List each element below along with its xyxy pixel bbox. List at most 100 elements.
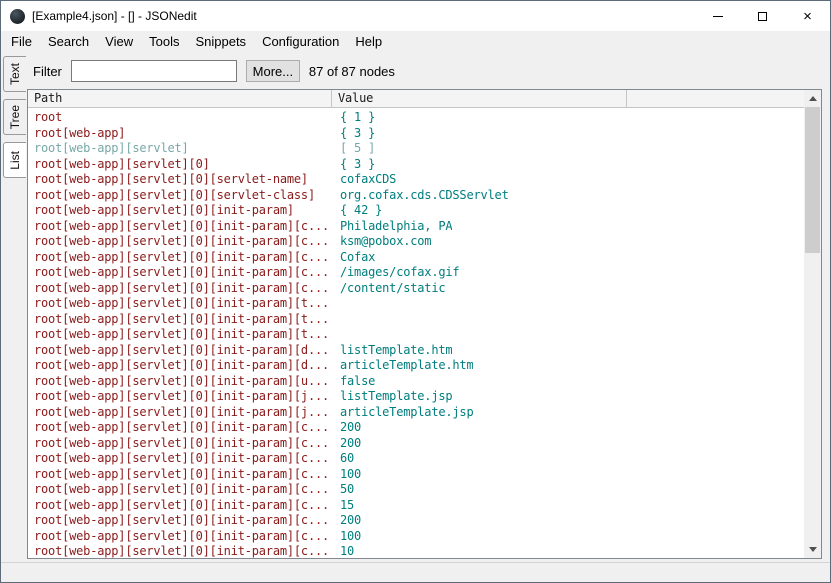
row-path: root[web-app][servlet][0][init-param][c.…: [28, 544, 333, 559]
row-path: root[web-app][servlet][0]: [28, 157, 333, 173]
tab-tree[interactable]: Tree: [3, 99, 26, 135]
row-path: root[web-app][servlet][0][init-param][c.…: [28, 420, 333, 436]
filter-input[interactable]: [71, 60, 237, 82]
table-row[interactable]: root[web-app]{ 3 }: [28, 126, 821, 142]
row-value: 200: [333, 420, 361, 436]
table-row[interactable]: root[web-app][servlet][0][init-param][c.…: [28, 420, 821, 436]
tab-text[interactable]: Text: [3, 56, 26, 92]
table-row[interactable]: root[web-app][servlet][0][init-param][c.…: [28, 544, 821, 559]
row-value: { 3 }: [333, 157, 375, 173]
row-path: root[web-app][servlet][0][init-param][j.…: [28, 405, 333, 421]
menu-file[interactable]: File: [3, 31, 40, 53]
column-header-path[interactable]: Path: [28, 90, 332, 107]
row-value: [333, 296, 340, 312]
row-value: 200: [333, 513, 361, 529]
menu-view[interactable]: View: [97, 31, 141, 53]
row-path: root[web-app][servlet][0][init-param][c.…: [28, 219, 333, 235]
row-path: root: [28, 110, 333, 126]
row-path: root[web-app][servlet][0][init-param][u.…: [28, 374, 333, 390]
row-path: root[web-app][servlet][0][init-param][d.…: [28, 343, 333, 359]
table-row[interactable]: root[web-app][servlet][0][init-param][t.…: [28, 312, 821, 328]
table-row[interactable]: root[web-app][servlet][0][servlet-class]…: [28, 188, 821, 204]
column-header-value[interactable]: Value: [332, 90, 627, 107]
row-value: 50: [333, 482, 354, 498]
table-row[interactable]: root[web-app][servlet][0][init-param][j.…: [28, 405, 821, 421]
row-path: root[web-app]: [28, 126, 333, 142]
table-row[interactable]: root[web-app][servlet][0][init-param][c.…: [28, 219, 821, 235]
table-row[interactable]: root[web-app][servlet][0][init-param][c.…: [28, 265, 821, 281]
row-value: false: [333, 374, 375, 390]
scroll-up-button[interactable]: [804, 90, 821, 107]
row-value: articleTemplate.htm: [333, 358, 473, 374]
row-path: root[web-app][servlet][0][init-param][c.…: [28, 498, 333, 514]
row-path: root[web-app][servlet][0][init-param][c.…: [28, 250, 333, 266]
tab-list[interactable]: List: [3, 142, 26, 178]
close-icon: ×: [803, 9, 812, 24]
table-row[interactable]: root[web-app][servlet][0][init-param][c.…: [28, 498, 821, 514]
table-row[interactable]: root[web-app][servlet][0][init-param][t.…: [28, 296, 821, 312]
more-button[interactable]: More...: [246, 60, 300, 82]
node-count: 87 of 87 nodes: [309, 64, 395, 79]
table-row[interactable]: root[web-app][servlet][0][init-param][j.…: [28, 389, 821, 405]
menu-snippets[interactable]: Snippets: [187, 31, 254, 53]
table-row[interactable]: root[web-app][servlet][0][init-param][u.…: [28, 374, 821, 390]
menu-configuration[interactable]: Configuration: [254, 31, 347, 53]
list-header: Path Value: [28, 90, 821, 108]
row-value: /content/static: [333, 281, 445, 297]
view-tab-strip: Text Tree List: [1, 53, 27, 562]
json-list-view: Path Value root{ 1 }root[web-app]{ 3 }ro…: [27, 89, 822, 559]
menu-search[interactable]: Search: [40, 31, 97, 53]
row-path: root[web-app][servlet][0][init-param][c.…: [28, 451, 333, 467]
table-row[interactable]: root{ 1 }: [28, 110, 821, 126]
row-value: org.cofax.cds.CDSServlet: [333, 188, 509, 204]
scroll-down-button[interactable]: [804, 541, 821, 558]
scrollbar-thumb[interactable]: [805, 107, 820, 253]
minimize-button[interactable]: [695, 1, 740, 31]
table-row[interactable]: root[web-app][servlet][0][init-param][c.…: [28, 529, 821, 545]
row-path: root[web-app][servlet][0][servlet-name]: [28, 172, 333, 188]
table-row[interactable]: root[web-app][servlet][0][init-param][c.…: [28, 234, 821, 250]
vertical-scrollbar[interactable]: [804, 90, 821, 558]
row-path: root[web-app][servlet][0][init-param][t.…: [28, 296, 333, 312]
row-path: root[web-app][servlet][0][servlet-class]: [28, 188, 333, 204]
table-row[interactable]: root[web-app][servlet][0][init-param][c.…: [28, 250, 821, 266]
table-row[interactable]: root[web-app][servlet][0][init-param][d.…: [28, 358, 821, 374]
table-row[interactable]: root[web-app][servlet][0][init-param]{ 4…: [28, 203, 821, 219]
row-path: root[web-app][servlet]: [28, 141, 333, 157]
table-row[interactable]: root[web-app][servlet][0][init-param][c.…: [28, 482, 821, 498]
table-row[interactable]: root[web-app][servlet][0][init-param][c.…: [28, 281, 821, 297]
table-body: root{ 1 }root[web-app]{ 3 }root[web-app]…: [28, 108, 821, 559]
row-value: [ 5 ]: [333, 141, 375, 157]
app-icon: [10, 9, 25, 24]
row-path: root[web-app][servlet][0][init-param][j.…: [28, 389, 333, 405]
table-row[interactable]: root[web-app][servlet][0][servlet-name]c…: [28, 172, 821, 188]
tab-text-label: Text: [8, 63, 22, 85]
column-header-empty[interactable]: [627, 90, 821, 107]
row-value: cofaxCDS: [333, 172, 396, 188]
row-value: Cofax: [333, 250, 375, 266]
table-row[interactable]: root[web-app][servlet][0][init-param][c.…: [28, 451, 821, 467]
table-row[interactable]: root[web-app][servlet][ 5 ]: [28, 141, 821, 157]
row-value: { 42 }: [333, 203, 382, 219]
table-row[interactable]: root[web-app][servlet][0][init-param][c.…: [28, 436, 821, 452]
row-value: listTemplate.htm: [333, 343, 452, 359]
row-path: root[web-app][servlet][0][init-param][c.…: [28, 436, 333, 452]
row-path: root[web-app][servlet][0][init-param][c.…: [28, 467, 333, 483]
minimize-icon: [713, 16, 723, 17]
table-row[interactable]: root[web-app][servlet][0][init-param][d.…: [28, 343, 821, 359]
close-button[interactable]: ×: [785, 1, 830, 31]
row-value: { 3 }: [333, 126, 375, 142]
table-row[interactable]: root[web-app][servlet][0][init-param][t.…: [28, 327, 821, 343]
table-row[interactable]: root[web-app][servlet][0][init-param][c.…: [28, 467, 821, 483]
row-value: Philadelphia, PA: [333, 219, 452, 235]
maximize-button[interactable]: [740, 1, 785, 31]
row-path: root[web-app][servlet][0][init-param][d.…: [28, 358, 333, 374]
menu-tools[interactable]: Tools: [141, 31, 187, 53]
table-row[interactable]: root[web-app][servlet][0][init-param][c.…: [28, 513, 821, 529]
row-value: 10: [333, 544, 354, 559]
menu-help[interactable]: Help: [347, 31, 390, 53]
row-path: root[web-app][servlet][0][init-param][c.…: [28, 513, 333, 529]
filter-label: Filter: [33, 64, 62, 79]
row-path: root[web-app][servlet][0][init-param][t.…: [28, 327, 333, 343]
table-row[interactable]: root[web-app][servlet][0]{ 3 }: [28, 157, 821, 173]
